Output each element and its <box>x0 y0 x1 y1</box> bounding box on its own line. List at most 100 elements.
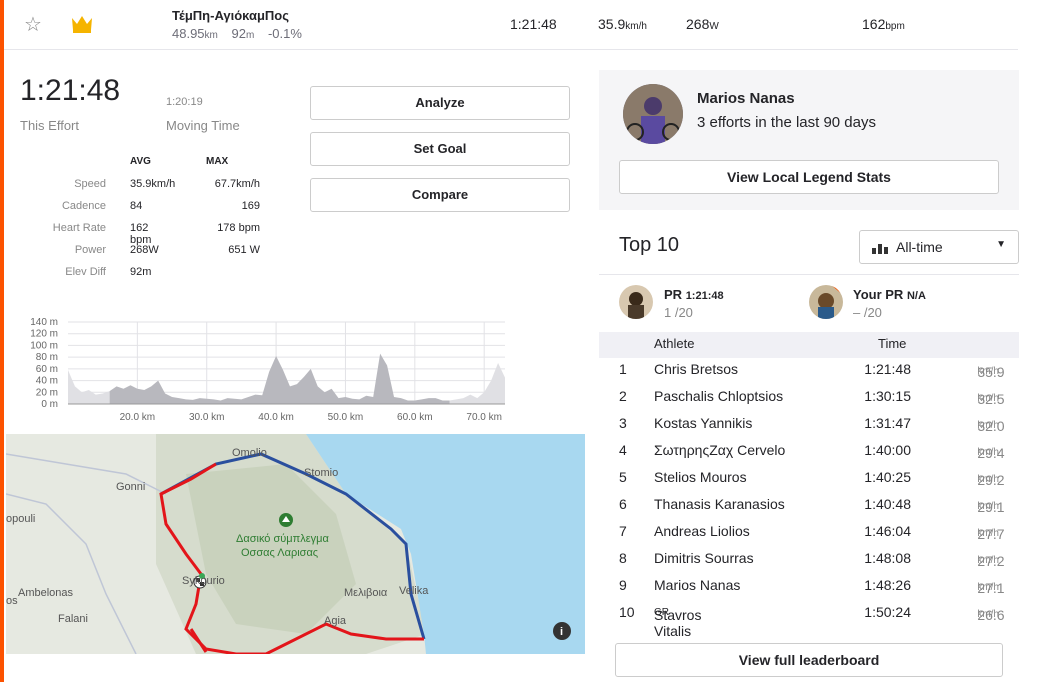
speed-value: 26.6 <box>977 607 1005 623</box>
map-label: opouli <box>6 513 35 525</box>
compare-button[interactable]: Compare <box>310 178 570 212</box>
speed: 32.5 km/h <box>919 388 1004 407</box>
your-pr-label-text: Your PR <box>853 287 904 302</box>
athlete-name[interactable]: Thanasis Karanasios <box>654 496 785 512</box>
rank: 4 <box>619 442 627 458</box>
y-tick-label: 20 m <box>36 387 58 398</box>
info-icon[interactable]: i <box>553 622 571 640</box>
elevation-chart[interactable]: 140 m120 m100 m80 m60 m40 m20 m0 m 20.0 … <box>20 318 530 426</box>
table-row[interactable]: 2 Paschalis Chloptsios 1:30:15 32.5 km/h <box>599 385 1019 412</box>
effort-time[interactable]: 1:48:26 <box>861 577 911 593</box>
moving-time-label: Moving Time <box>166 118 240 133</box>
athlete-name[interactable]: ΣωτηρηςΖαχ Cervelo <box>654 442 785 458</box>
effort-time[interactable]: 1:46:04 <box>861 523 911 539</box>
effort-time[interactable]: 1:50:24 <box>861 604 911 620</box>
effort-time[interactable]: 1:40:00 <box>861 442 911 458</box>
speed-value: 29.4 <box>977 445 1005 461</box>
speed: 27.1 km/h <box>919 577 1004 596</box>
athlete-name[interactable]: Marios Nanas <box>654 577 740 593</box>
effort-time[interactable]: 1:40:25 <box>861 469 911 485</box>
speed-value: 27.2 <box>977 553 1005 569</box>
speed: 27.7 km/h <box>919 523 1004 542</box>
stat-avg: 162 bpm <box>130 222 152 246</box>
table-row[interactable]: 4 ΣωτηρηςΖαχ Cervelo 1:40:00 29.4 km/h <box>599 439 1019 466</box>
star-icon[interactable]: ☆ <box>24 12 42 37</box>
map-label: os <box>6 595 18 607</box>
route-map[interactable]: Omolio Stomio Gonni opouli Δασικό σύμπλε… <box>6 434 585 654</box>
table-row[interactable]: 5 Stelios Mouros 1:40:25 29.2 km/h <box>599 466 1019 493</box>
map-label: Ambelonas <box>18 587 74 599</box>
athlete-name[interactable]: Andreas Liolios <box>654 523 750 539</box>
effort-time[interactable]: 1:40:48 <box>861 496 911 512</box>
speed-value: 32.0 <box>977 418 1005 434</box>
your-pr-rank: – /20 <box>853 305 882 320</box>
table-row[interactable]: 9 Marios Nanas 1:48:26 27.1 km/h <box>599 574 1019 601</box>
avatar[interactable] <box>623 84 683 144</box>
table-row[interactable]: 7 Andreas Liolios 1:46:04 27.7 km/h <box>599 520 1019 547</box>
table-row[interactable]: 8 Dimitris Sourras 1:48:08 27.2 km/h <box>599 547 1019 574</box>
stat-max: 651 W <box>228 244 260 256</box>
your-pr-label: Your PR N/A <box>853 287 926 302</box>
svg-text:i: i <box>560 626 563 638</box>
speed: 35.9 km/h <box>919 361 1004 380</box>
x-tick-label: 70.0 km <box>466 412 502 423</box>
y-tick-label: 40 m <box>36 376 58 387</box>
leaderboard-rows: 1 Chris Bretsos 1:21:48 35.9 km/h 2 Pasch… <box>599 358 1019 639</box>
rank: 10 <box>619 604 635 620</box>
effort-time[interactable]: 1:31:47 <box>861 415 911 431</box>
view-full-leaderboard-button[interactable]: View full leaderboard <box>615 643 1003 677</box>
elevation-area <box>68 353 505 405</box>
col-time: Time <box>878 336 907 351</box>
segment-name[interactable]: ΤέμΠη-ΑγιόκαμΠος <box>172 8 289 23</box>
effort-time[interactable]: 1:30:15 <box>861 388 911 404</box>
athlete-name[interactable]: Paschalis Chloptsios <box>654 388 783 404</box>
stat-label: Heart Rate <box>52 222 106 234</box>
speed: 27.2 km/h <box>919 550 1004 569</box>
table-row[interactable]: 10 Stavros Vitalis GR 1:50:24 26.6 km/h <box>599 601 1019 639</box>
athlete-name[interactable]: Chris Bretsos <box>654 361 738 377</box>
stat-max: 169 <box>241 200 260 212</box>
x-tick-label: 60.0 km <box>397 412 433 423</box>
view-local-legend-button[interactable]: View Local Legend Stats <box>619 160 999 194</box>
table-row[interactable]: 1 Chris Bretsos 1:21:48 35.9 km/h <box>599 358 1019 385</box>
segment-row[interactable]: ☆ ΤέμΠη-ΑγιόκαμΠος 48.95km 92m -0.1% 1:2… <box>4 0 1018 50</box>
segment-power-value: 268 <box>686 16 710 32</box>
athlete-name[interactable]: Kostas Yannikis <box>654 415 752 431</box>
segment-elev: 92 <box>231 26 246 41</box>
speed: 29.2 km/h <box>919 469 1004 488</box>
effort-label: This Effort <box>20 118 80 133</box>
bar-chart-icon <box>872 241 890 257</box>
athlete-name[interactable]: Stelios Mouros <box>654 469 747 485</box>
leaderboard-filter-select[interactable]: All-time ▼ <box>859 230 1019 264</box>
speed-value: 27.7 <box>977 526 1005 542</box>
speed-value: 29.1 <box>977 499 1005 515</box>
stat-label: Speed <box>74 178 106 190</box>
map-label: Μελιβοια <box>344 587 388 599</box>
effort-time[interactable]: 1:21:48 <box>861 361 911 377</box>
legend-name[interactable]: Marios Nanas <box>697 90 795 107</box>
speed: 26.6 km/h <box>919 604 1004 623</box>
set-goal-button[interactable]: Set Goal <box>310 132 570 166</box>
effort-time[interactable]: 1:48:08 <box>861 550 911 566</box>
map-label: Sykourio <box>182 575 225 587</box>
segment-meta: 48.95km 92m -0.1% <box>172 26 312 41</box>
speed: 29.1 km/h <box>919 496 1004 515</box>
x-tick-label: 20.0 km <box>120 412 156 423</box>
stat-label: Power <box>74 244 106 256</box>
avatar[interactable] <box>809 285 843 319</box>
table-row[interactable]: 3 Kostas Yannikis 1:31:47 32.0 km/h <box>599 412 1019 439</box>
local-legend-card: Marios Nanas 3 efforts in the last 90 da… <box>599 70 1019 210</box>
speed-value: 35.9 <box>977 364 1005 380</box>
table-row[interactable]: 6 Thanasis Karanasios 1:40:48 29.1 km/h <box>599 493 1019 520</box>
rank: 6 <box>619 496 627 512</box>
stat-max: 67.7km/h <box>214 178 260 190</box>
avatar[interactable] <box>619 285 653 319</box>
leaderboard-header: Athlete Time <box>599 332 1019 358</box>
y-tick-label: 100 m <box>30 340 58 351</box>
stat-max: 178 bpm <box>217 222 260 234</box>
elevation-y-ticks: 140 m120 m100 m80 m60 m40 m20 m0 m <box>30 318 58 410</box>
filter-value: All-time <box>896 239 943 255</box>
map-label: Omolio <box>232 447 267 459</box>
analyze-button[interactable]: Analyze <box>310 86 570 120</box>
athlete-name[interactable]: Dimitris Sourras <box>654 550 754 566</box>
